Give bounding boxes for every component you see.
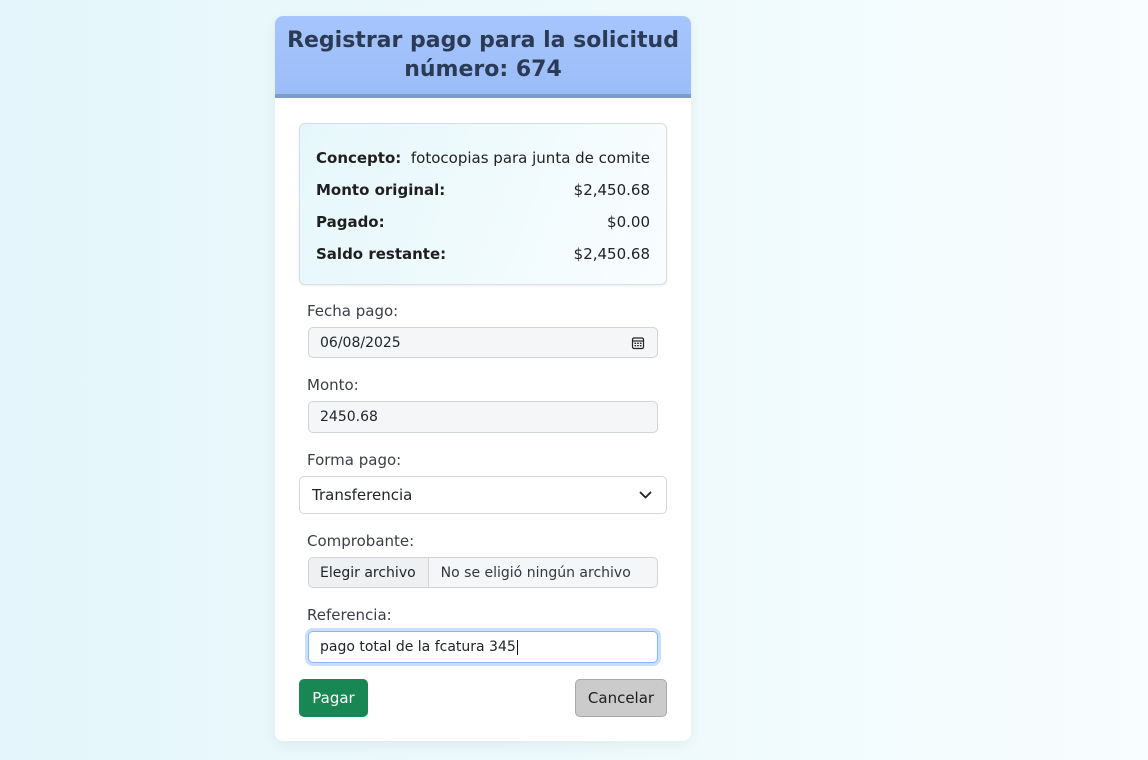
fecha-pago-label: Fecha pago: [307, 302, 399, 320]
payment-card: Registrar pago para la solicitud número:… [275, 16, 691, 741]
calendar-icon[interactable] [631, 336, 645, 350]
fecha-pago-input[interactable]: 06/08/2025 [308, 327, 658, 358]
summary-row-concepto: Concepto: fotocopias para junta de comit… [316, 148, 650, 168]
saldo-label: Saldo restante: [316, 245, 447, 263]
pagar-button[interactable]: Pagar [299, 679, 368, 717]
elegir-archivo-button[interactable]: Elegir archivo [309, 558, 429, 587]
summary-row-monto-original: Monto original: $2,450.68 [316, 180, 650, 200]
chevron-down-icon [639, 491, 652, 500]
comprobante-label: Comprobante: [307, 532, 415, 550]
saldo-value: $2,450.68 [573, 245, 650, 263]
monto-input[interactable]: 2450.68 [308, 401, 658, 433]
text-caret [516, 639, 518, 655]
fecha-pago-value: 06/08/2025 [320, 334, 401, 351]
summary-row-saldo: Saldo restante: $2,450.68 [316, 244, 650, 264]
pagado-label: Pagado: [316, 213, 385, 231]
referencia-input[interactable]: pago total de la fcatura 345 [308, 631, 658, 663]
forma-pago-select[interactable]: Transferencia [299, 476, 667, 514]
comprobante-file-input[interactable]: Elegir archivo No se eligió ningún archi… [308, 557, 658, 588]
referencia-value: pago total de la fcatura 345 [320, 639, 516, 655]
cancelar-button[interactable]: Cancelar [575, 679, 667, 717]
forma-pago-label: Forma pago: [307, 451, 402, 469]
title-line-2: número: 674 [404, 57, 562, 82]
concepto-label: Concepto: [316, 149, 402, 167]
file-status: No se eligió ningún archivo [440, 564, 631, 581]
monto-label: Monto: [307, 376, 359, 394]
monto-value: 2450.68 [320, 409, 378, 425]
monto-original-label: Monto original: [316, 181, 446, 199]
concepto-value: fotocopias para junta de comite [410, 149, 650, 167]
forma-pago-selected: Transferencia [312, 486, 413, 504]
page-title: Registrar pago para la solicitud número:… [275, 16, 691, 84]
pagado-value: $0.00 [607, 213, 650, 231]
monto-original-value: $2,450.68 [573, 181, 650, 199]
payment-summary: Concepto: fotocopias para junta de comit… [299, 123, 667, 285]
card-header: Registrar pago para la solicitud número:… [275, 16, 691, 98]
referencia-label: Referencia: [307, 606, 392, 624]
title-line-1: Registrar pago para la solicitud [287, 28, 679, 53]
summary-row-pagado: Pagado: $0.00 [316, 212, 650, 232]
